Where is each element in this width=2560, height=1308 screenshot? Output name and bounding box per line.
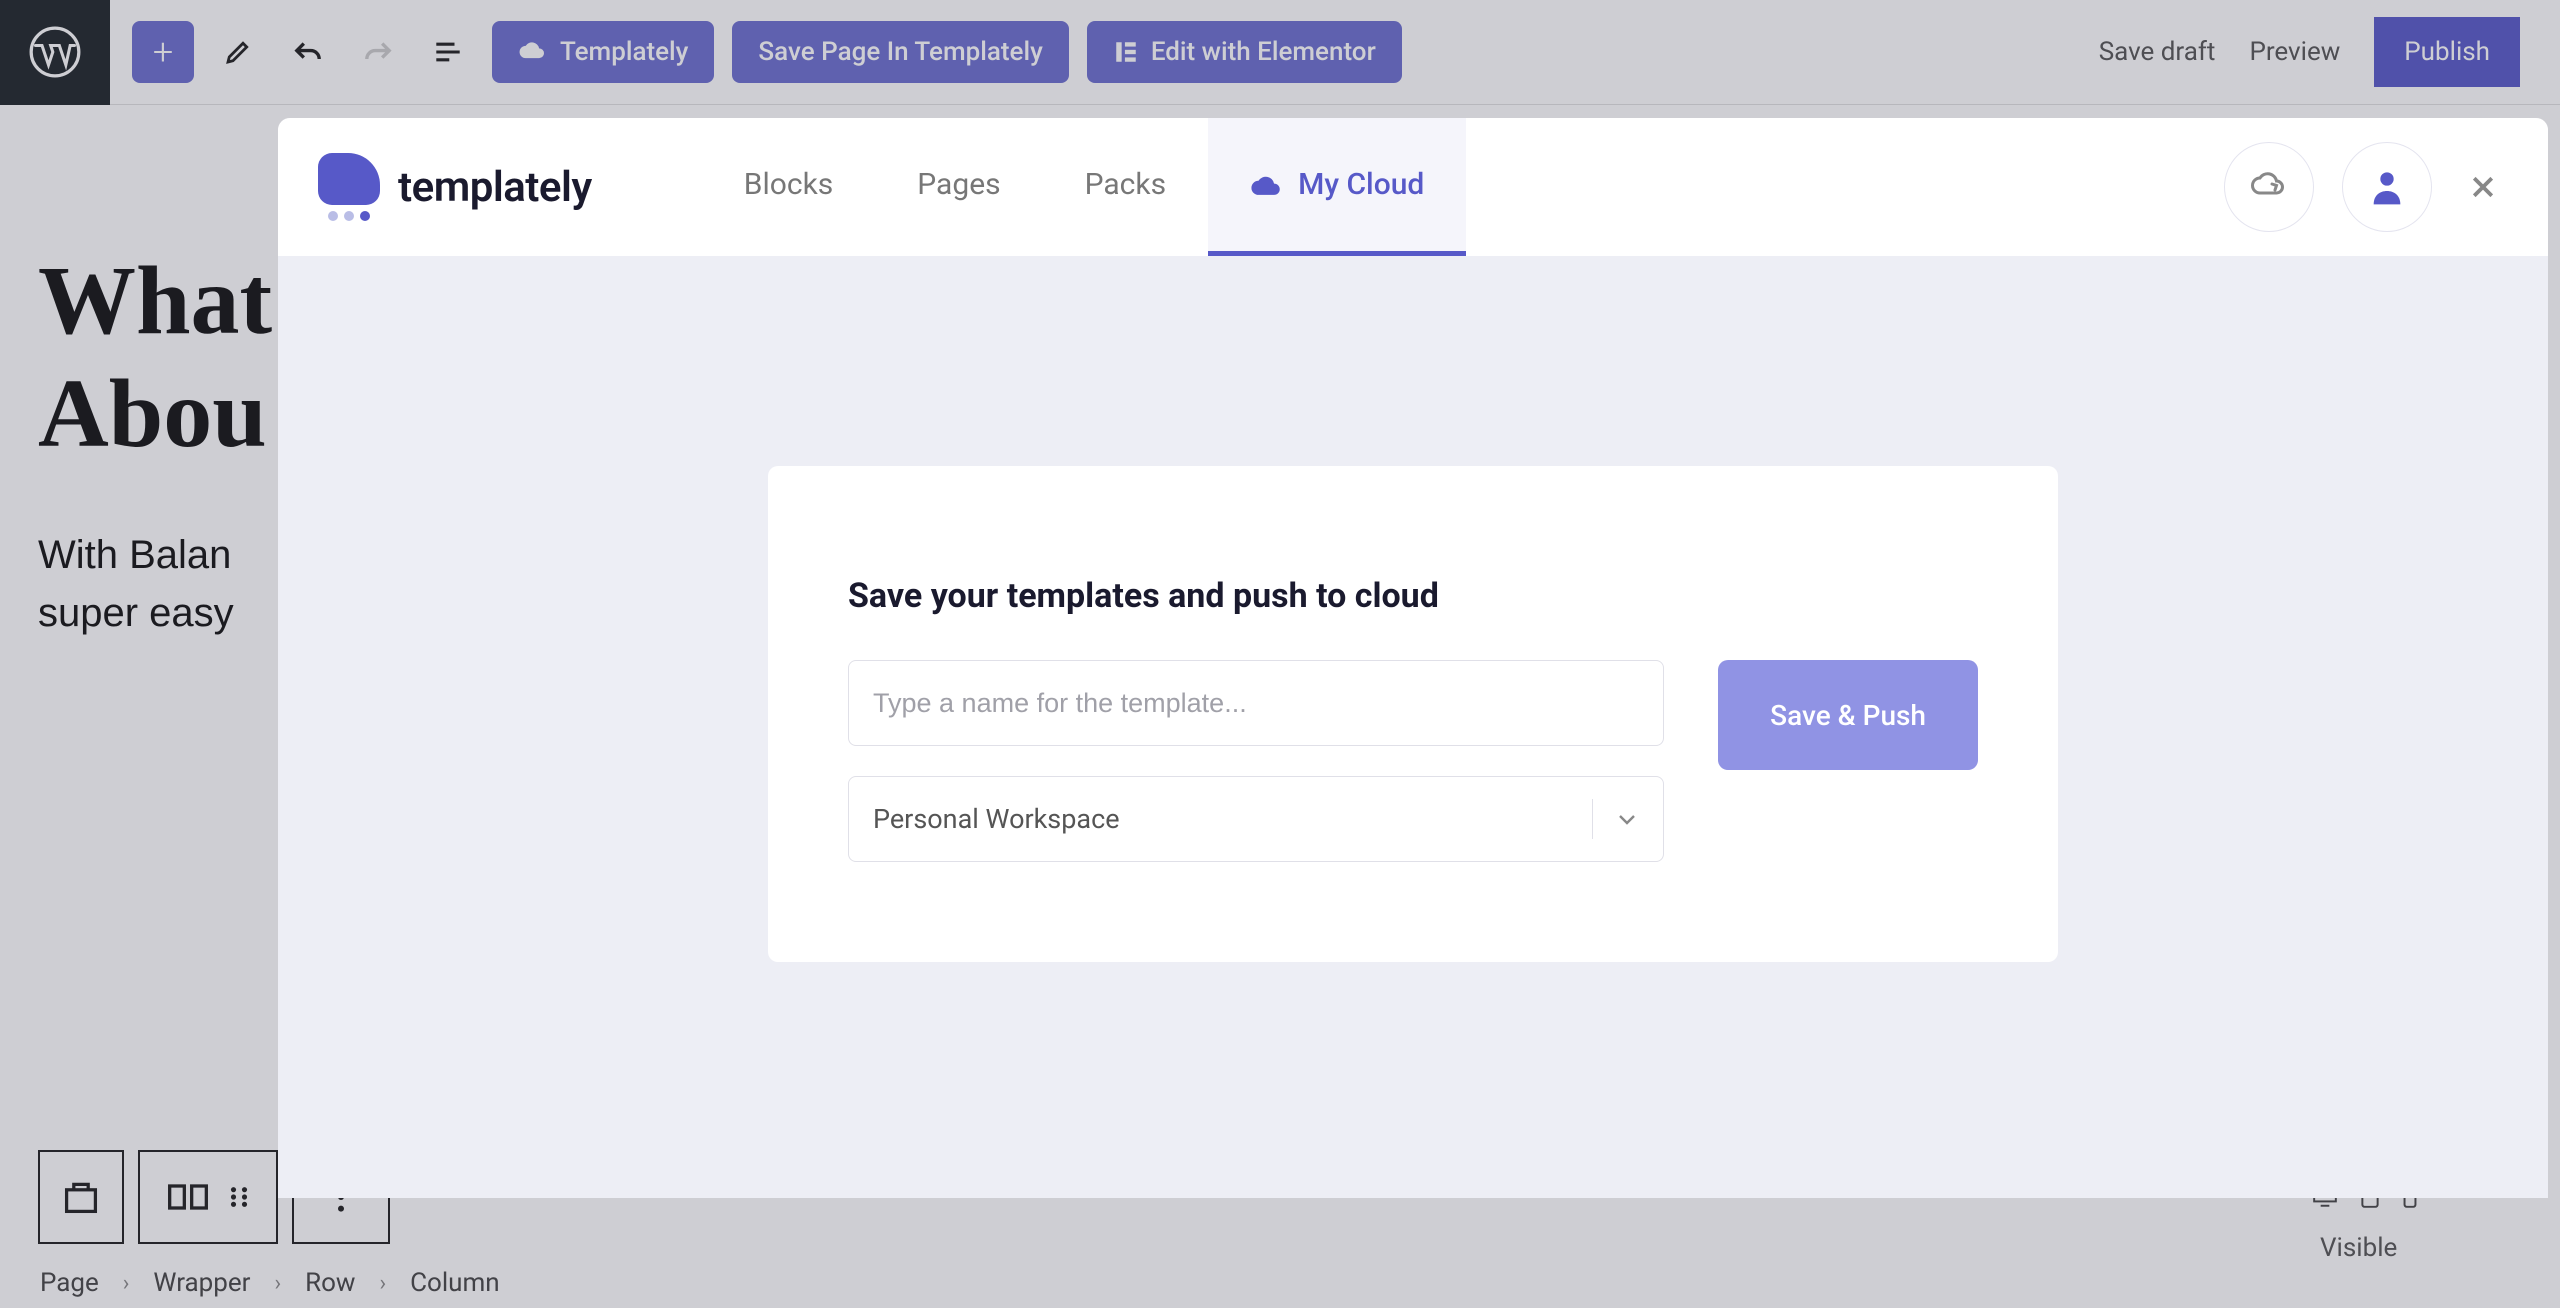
- modal-body: Save your templates and push to cloud Pe…: [278, 256, 2548, 962]
- modal-tabs: Blocks Pages Packs My Cloud: [702, 118, 1467, 256]
- form-row: Personal Workspace Save & Push: [848, 660, 1978, 862]
- card-title: Save your templates and push to cloud: [848, 576, 1978, 616]
- tab-label: My Cloud: [1298, 167, 1424, 202]
- tab-packs[interactable]: Packs: [1043, 118, 1208, 256]
- templately-logo-text: templately: [398, 163, 592, 212]
- modal-header-actions: [2224, 142, 2506, 232]
- close-modal-button[interactable]: [2460, 172, 2506, 202]
- user-icon: [2371, 169, 2403, 205]
- cloud-icon: [1250, 171, 1284, 199]
- tab-label: Blocks: [744, 167, 834, 202]
- cloud-sync-icon: [2251, 172, 2287, 202]
- tab-my-cloud[interactable]: My Cloud: [1208, 118, 1466, 256]
- templately-modal: templately Blocks Pages Packs My Cloud: [278, 118, 2548, 1198]
- tab-pages[interactable]: Pages: [875, 118, 1042, 256]
- select-divider: [1592, 799, 1593, 839]
- close-icon: [2468, 172, 2498, 202]
- tab-label: Packs: [1085, 167, 1166, 202]
- chevron-down-icon: [1617, 812, 1637, 826]
- templately-logo-mark: [318, 153, 380, 221]
- form-inputs: Personal Workspace: [848, 660, 1664, 862]
- tab-blocks[interactable]: Blocks: [702, 118, 876, 256]
- account-button[interactable]: [2342, 142, 2432, 232]
- modal-header: templately Blocks Pages Packs My Cloud: [278, 118, 2548, 256]
- workspace-value: Personal Workspace: [873, 803, 1120, 835]
- save-template-card: Save your templates and push to cloud Pe…: [768, 466, 2058, 962]
- templately-logo: templately: [318, 153, 592, 221]
- save-push-label: Save & Push: [1770, 699, 1926, 732]
- sync-button[interactable]: [2224, 142, 2314, 232]
- workspace-select[interactable]: Personal Workspace: [848, 776, 1664, 862]
- template-name-input[interactable]: [848, 660, 1664, 746]
- save-push-button[interactable]: Save & Push: [1718, 660, 1978, 770]
- tab-label: Pages: [917, 167, 1000, 202]
